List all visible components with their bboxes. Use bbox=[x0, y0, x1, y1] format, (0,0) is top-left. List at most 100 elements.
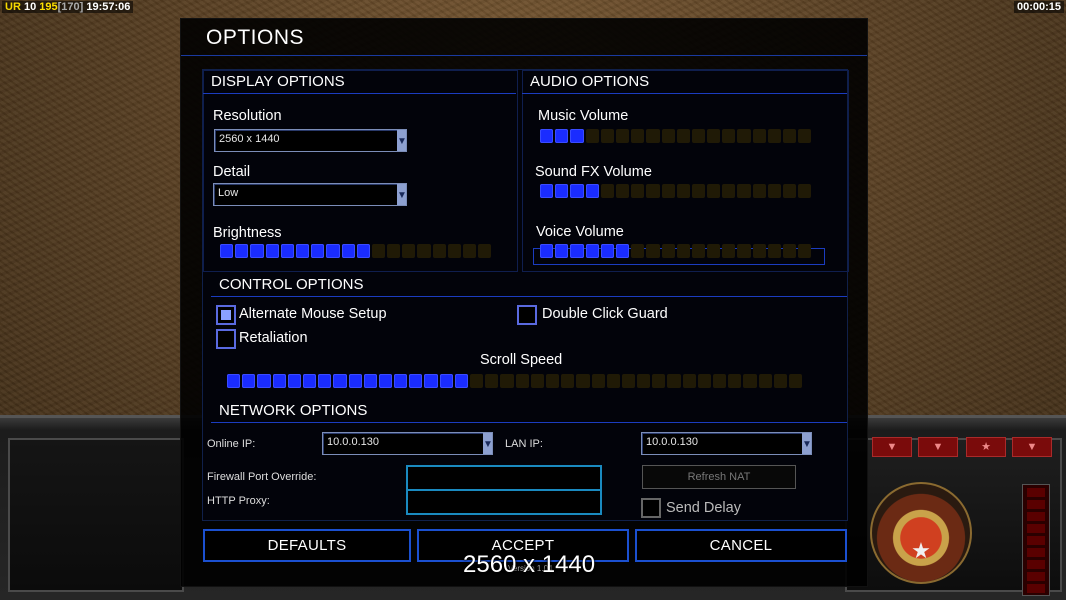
slider-segment[interactable] bbox=[227, 374, 241, 388]
resolution-dropdown[interactable]: 2560 x 1440 ▼ bbox=[214, 129, 407, 152]
slider-segment[interactable] bbox=[432, 244, 446, 258]
lan-ip-dropdown[interactable]: 10.0.0.130 ▼ bbox=[641, 432, 812, 455]
slider-segment[interactable] bbox=[311, 244, 325, 258]
slider-segment[interactable] bbox=[250, 244, 264, 258]
slider-segment[interactable] bbox=[600, 244, 614, 258]
slider-segment[interactable] bbox=[798, 244, 812, 258]
scroll-speed-slider[interactable] bbox=[227, 374, 803, 388]
slider-segment[interactable] bbox=[661, 129, 675, 143]
slider-segment[interactable] bbox=[402, 244, 416, 258]
http-proxy-input[interactable] bbox=[406, 489, 602, 515]
slider-segment[interactable] bbox=[631, 129, 645, 143]
slider-segment[interactable] bbox=[555, 129, 569, 143]
slider-segment[interactable] bbox=[348, 374, 362, 388]
slider-segment[interactable] bbox=[242, 374, 256, 388]
slider-segment[interactable] bbox=[646, 244, 660, 258]
slider-segment[interactable] bbox=[570, 129, 584, 143]
command-bar-red-button-2[interactable]: ▼ bbox=[918, 437, 958, 457]
music-volume-slider[interactable] bbox=[540, 129, 812, 143]
slider-segment[interactable] bbox=[631, 184, 645, 198]
slider-segment[interactable] bbox=[265, 244, 279, 258]
slider-segment[interactable] bbox=[631, 244, 645, 258]
slider-segment[interactable] bbox=[540, 184, 554, 198]
slider-segment[interactable] bbox=[707, 129, 721, 143]
slider-segment[interactable] bbox=[363, 374, 377, 388]
slider-segment[interactable] bbox=[540, 129, 554, 143]
slider-segment[interactable] bbox=[661, 184, 675, 198]
alternate-mouse-checkbox[interactable] bbox=[216, 305, 236, 325]
slider-segment[interactable] bbox=[470, 374, 484, 388]
slider-segment[interactable] bbox=[767, 244, 781, 258]
slider-segment[interactable] bbox=[371, 244, 386, 258]
slider-segment[interactable] bbox=[439, 374, 453, 388]
command-bar-red-button-4[interactable]: ▼ bbox=[1012, 437, 1052, 457]
brightness-slider[interactable] bbox=[220, 244, 492, 258]
slider-segment[interactable] bbox=[798, 129, 812, 143]
slider-segment[interactable] bbox=[676, 244, 690, 258]
slider-segment[interactable] bbox=[615, 129, 630, 143]
slider-segment[interactable] bbox=[676, 129, 690, 143]
slider-segment[interactable] bbox=[585, 244, 599, 258]
slider-segment[interactable] bbox=[783, 244, 797, 258]
slider-segment[interactable] bbox=[743, 374, 757, 388]
slider-segment[interactable] bbox=[530, 374, 544, 388]
slider-segment[interactable] bbox=[606, 374, 620, 388]
voice-volume-slider[interactable] bbox=[540, 244, 812, 258]
online-ip-dropdown[interactable]: 10.0.0.130 ▼ bbox=[322, 432, 493, 455]
slider-segment[interactable] bbox=[752, 129, 766, 143]
slider-segment[interactable] bbox=[615, 184, 630, 198]
slider-segment[interactable] bbox=[621, 374, 636, 388]
chevron-down-icon[interactable]: ▼ bbox=[802, 433, 812, 454]
slider-segment[interactable] bbox=[585, 184, 599, 198]
double-click-guard-checkbox[interactable] bbox=[517, 305, 537, 325]
slider-segment[interactable] bbox=[409, 374, 423, 388]
slider-segment[interactable] bbox=[788, 374, 803, 388]
retaliation-checkbox[interactable] bbox=[216, 329, 236, 349]
refresh-nat-button[interactable]: Refresh NAT bbox=[642, 465, 796, 489]
chevron-down-icon[interactable]: ▼ bbox=[397, 130, 407, 151]
slider-segment[interactable] bbox=[454, 374, 468, 388]
slider-segment[interactable] bbox=[555, 184, 569, 198]
slider-segment[interactable] bbox=[394, 374, 408, 388]
slider-segment[interactable] bbox=[387, 244, 401, 258]
slider-segment[interactable] bbox=[295, 244, 310, 258]
slider-segment[interactable] bbox=[728, 374, 742, 388]
slider-segment[interactable] bbox=[691, 184, 706, 198]
slider-segment[interactable] bbox=[485, 374, 499, 388]
slider-segment[interactable] bbox=[713, 374, 727, 388]
slider-segment[interactable] bbox=[615, 244, 630, 258]
slider-segment[interactable] bbox=[591, 374, 605, 388]
slider-segment[interactable] bbox=[570, 184, 584, 198]
command-bar-red-button-1[interactable]: ▼ bbox=[872, 437, 912, 457]
slider-segment[interactable] bbox=[272, 374, 286, 388]
slider-segment[interactable] bbox=[767, 129, 781, 143]
slider-segment[interactable] bbox=[737, 129, 751, 143]
slider-segment[interactable] bbox=[646, 129, 660, 143]
slider-segment[interactable] bbox=[676, 184, 690, 198]
chevron-down-icon[interactable]: ▼ bbox=[483, 433, 493, 454]
slider-segment[interactable] bbox=[570, 244, 584, 258]
slider-segment[interactable] bbox=[691, 244, 706, 258]
slider-segment[interactable] bbox=[737, 184, 751, 198]
slider-segment[interactable] bbox=[722, 184, 736, 198]
slider-segment[interactable] bbox=[767, 184, 781, 198]
slider-segment[interactable] bbox=[707, 244, 721, 258]
slider-segment[interactable] bbox=[463, 244, 477, 258]
slider-segment[interactable] bbox=[280, 244, 294, 258]
slider-segment[interactable] bbox=[585, 129, 599, 143]
slider-segment[interactable] bbox=[540, 244, 554, 258]
slider-segment[interactable] bbox=[500, 374, 514, 388]
slider-segment[interactable] bbox=[561, 374, 575, 388]
slider-segment[interactable] bbox=[682, 374, 696, 388]
send-delay-checkbox[interactable] bbox=[641, 498, 661, 518]
sfx-volume-slider[interactable] bbox=[540, 184, 812, 198]
slider-segment[interactable] bbox=[600, 129, 614, 143]
slider-segment[interactable] bbox=[515, 374, 529, 388]
slider-segment[interactable] bbox=[333, 374, 347, 388]
slider-segment[interactable] bbox=[752, 244, 766, 258]
slider-segment[interactable] bbox=[758, 374, 772, 388]
cancel-button[interactable]: CANCEL bbox=[635, 529, 847, 562]
slider-segment[interactable] bbox=[697, 374, 711, 388]
slider-segment[interactable] bbox=[302, 374, 317, 388]
slider-segment[interactable] bbox=[752, 184, 766, 198]
